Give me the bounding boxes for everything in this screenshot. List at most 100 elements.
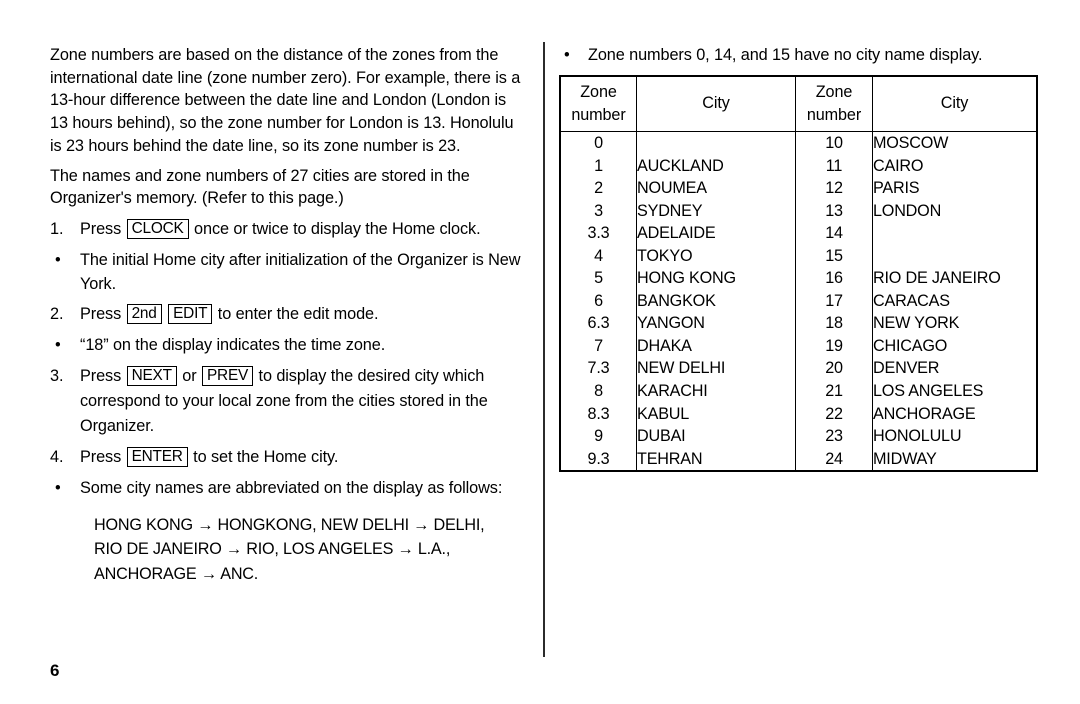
cell-zone-right: 23 [795, 425, 873, 448]
step-3-text-before: Press [80, 366, 122, 385]
key-next[interactable]: NEXT [126, 365, 177, 386]
table-row: 1 AUCKLAND 11 CAIRO [560, 154, 1037, 178]
cell-zone-left: 2 [560, 177, 637, 200]
table-row: 9.3 TEHRAN 24 MIDWAY [560, 447, 1037, 472]
note-abbreviations: • Some city names are abbreviated on the… [50, 476, 528, 501]
cell-city-right: ANCHORAGE [872, 402, 1037, 426]
table-row: 7.3 NEW DELHI 20 DENVER [560, 357, 1037, 381]
bullet-icon: • [55, 478, 61, 497]
step-2-text-after: to enter the edit mode. [217, 304, 379, 323]
step-2-text-before: Press [80, 304, 122, 323]
cell-city-left [636, 130, 796, 155]
cell-city-left: HONG KONG [636, 267, 796, 290]
step-2: 2. Press 2nd EDIT to enter the edit mode… [50, 302, 528, 327]
cell-zone-right: 19 [795, 334, 873, 358]
cell-zone-right: 18 [795, 312, 873, 335]
note-initial-home-city-text: The initial Home city after initializati… [80, 250, 521, 293]
step-1: 1. Press CLOCK once or twice to display … [50, 217, 528, 242]
key-prev[interactable]: PREV [201, 365, 254, 386]
cell-city-left: DUBAI [636, 425, 796, 448]
column-divider [543, 42, 545, 657]
cell-city-right: MIDWAY [872, 447, 1037, 472]
bullet-icon: • [564, 46, 570, 64]
cell-city-left: NEW DELHI [636, 357, 796, 381]
left-column: Zone numbers are based on the distance o… [50, 44, 528, 586]
step-1-text-before: Press [80, 219, 122, 238]
cell-zone-left: 4 [560, 244, 637, 268]
abbreviation-line-1: HONG KONG → HONGKONG, NEW DELHI → DELHI, [94, 515, 485, 534]
header-zone-line2: number [806, 105, 862, 124]
note-no-city-name-text: Zone numbers 0, 14, and 15 have no city … [588, 46, 983, 64]
table-row: 5 HONG KONG 16 RIO DE JANEIRO [560, 267, 1037, 290]
cell-city-right [872, 244, 1037, 268]
header-zone-line2: number [571, 105, 626, 124]
table-row: 9 DUBAI 23 HONOLULU [560, 425, 1037, 448]
bullet-icon: • [55, 335, 61, 354]
cell-city-left: DHAKA [636, 334, 796, 358]
header-zone-line1: Zone [580, 83, 617, 101]
cell-zone-left: 1 [560, 154, 637, 178]
abbreviation-line-3: ANCHORAGE → ANC. [94, 564, 259, 583]
header-city-left: City [636, 76, 796, 132]
cell-zone-left: 8.3 [560, 402, 637, 426]
step-3-marker: 3. [50, 366, 64, 385]
cell-city-right: HONOLULU [872, 425, 1037, 448]
header-city-right: City [872, 76, 1037, 132]
note-no-city-name: • Zone numbers 0, 14, and 15 have no cit… [560, 44, 1038, 67]
bullet-icon: • [55, 250, 61, 269]
note-time-zone-text: “18” on the display indicates the time z… [80, 335, 386, 354]
step-3-key-separator: or [182, 366, 197, 385]
abbreviation-line-2: RIO DE JANEIRO → RIO, LOS ANGELES → L.A.… [94, 540, 451, 559]
cell-city-right: DENVER [872, 357, 1037, 381]
step-4-text-after: to set the Home city. [193, 447, 339, 466]
cell-city-right: PARIS [872, 177, 1037, 200]
intro-paragraph-2: The names and zone numbers of 27 cities … [50, 166, 470, 208]
cell-zone-right: 21 [795, 380, 873, 403]
key-clock[interactable]: CLOCK [126, 218, 189, 239]
step-4-text-before: Press [80, 447, 122, 466]
note-initial-home-city: • The initial Home city after initializa… [50, 248, 528, 296]
cell-zone-left: 7 [560, 334, 637, 358]
step-3-body: Press NEXT or PREV to display the desire… [80, 364, 528, 439]
key-2nd[interactable]: 2nd [126, 303, 162, 324]
cell-zone-right: 13 [795, 199, 873, 223]
cell-zone-right: 22 [795, 402, 873, 426]
cell-zone-right: 17 [795, 289, 873, 313]
intro-paragraph-1: Zone numbers are based on the distance o… [50, 46, 521, 155]
cell-city-left: SYDNEY [636, 199, 796, 223]
cell-zone-right: 10 [795, 130, 873, 155]
cell-city-right [872, 222, 1037, 245]
key-edit[interactable]: EDIT [168, 303, 213, 324]
zone-city-table: Zone number City Zone number City 0 10 MOS… [559, 75, 1038, 473]
cell-city-left: KARACHI [636, 380, 796, 403]
step-1-body: Press CLOCK once or twice to display the… [80, 217, 528, 242]
table-row: 7 DHAKA 19 CHICAGO [560, 334, 1037, 358]
cell-zone-left: 3.3 [560, 222, 637, 245]
cell-zone-left: 8 [560, 380, 637, 403]
cell-city-left: AUCKLAND [636, 154, 796, 178]
cell-city-right: CARACAS [872, 289, 1037, 313]
header-zone-number-right: Zone number [795, 76, 873, 132]
table-row: 6.3 YANGON 18 NEW YORK [560, 312, 1037, 335]
step-4: 4. Press ENTER to set the Home city. [50, 445, 528, 470]
cell-zone-right: 16 [795, 267, 873, 290]
cell-city-right: MOSCOW [872, 130, 1037, 155]
cell-city-right: LOS ANGELES [872, 380, 1037, 403]
cell-city-left: KABUL [636, 402, 796, 426]
cell-zone-left: 5 [560, 267, 637, 290]
header-zone-number-left: Zone number [560, 76, 637, 132]
cell-city-right: NEW YORK [872, 312, 1037, 335]
cell-zone-right: 14 [795, 222, 873, 245]
table-row: 3.3 ADELAIDE 14 [560, 222, 1037, 245]
table-row: 8 KARACHI 21 LOS ANGELES [560, 380, 1037, 403]
key-enter[interactable]: ENTER [126, 446, 188, 467]
cell-zone-right: 11 [795, 154, 873, 178]
cell-city-left: BANGKOK [636, 289, 796, 313]
step-1-marker: 1. [50, 219, 64, 238]
cell-zone-left: 3 [560, 199, 637, 223]
cell-zone-left: 9.3 [560, 447, 637, 472]
cell-zone-right: 12 [795, 177, 873, 200]
zone-table-body: 0 10 MOSCOW 1 AUCKLAND 11 CAIRO 2 NOUMEA 12 PARIS 3… [560, 130, 1037, 472]
step-2-body: Press 2nd EDIT to enter the edit mode. [80, 302, 528, 327]
cell-zone-left: 7.3 [560, 357, 637, 381]
